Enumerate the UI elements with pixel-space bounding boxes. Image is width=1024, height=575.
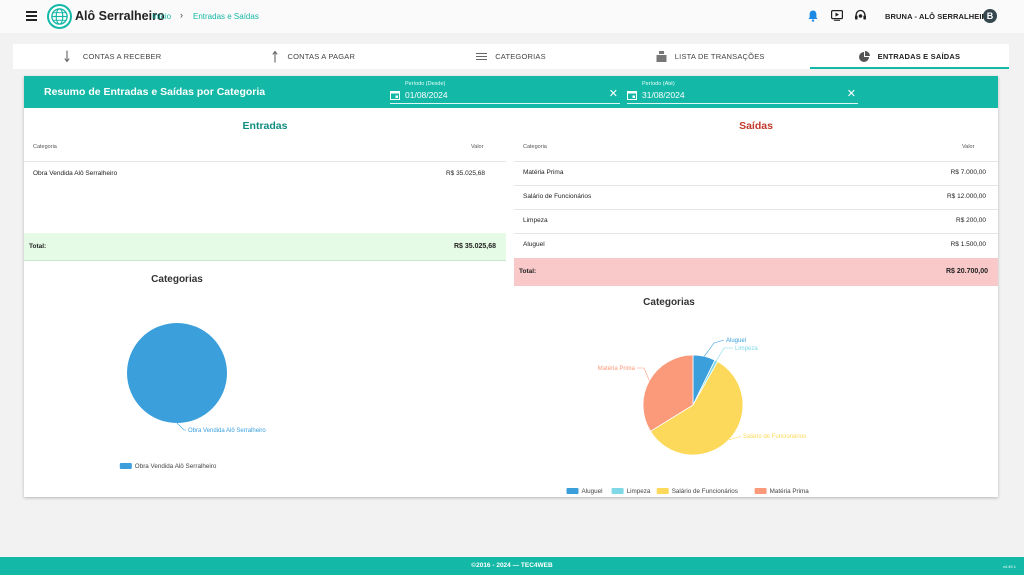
bell-icon[interactable]	[808, 10, 818, 22]
tab-lista-de-transacoes[interactable]: LISTA DE TRANSAÇÕES	[611, 44, 810, 69]
saidas-row-category: Matéria Prima	[523, 169, 564, 176]
divider	[514, 209, 998, 210]
saidas-col-value: Valor	[962, 144, 975, 150]
entradas-total-value: R$ 35.025,68	[453, 243, 496, 250]
footer-copyright: ©2016 - 2024 — TEC4WEB	[471, 562, 553, 569]
legend-label: Matéria Prima	[770, 488, 810, 495]
period-to-field[interactable]: Período (Até) 31/08/2024 ✕	[627, 80, 858, 104]
tab-label: CONTAS A PAGAR	[287, 52, 356, 61]
version-label: v4.49.1	[1002, 564, 1016, 569]
tab-label: CATEGORIAS	[495, 52, 546, 61]
pie-slice-label: Obra Vendida Alô Serralheiro	[188, 428, 266, 434]
divider	[24, 161, 506, 162]
transactions-icon	[656, 51, 667, 62]
legend-label: Aluguel	[582, 488, 603, 495]
tab-bar: CONTAS A RECEBER CONTAS A PAGAR CATEGORI…	[13, 44, 1010, 69]
period-to-value[interactable]: 31/08/2024	[642, 90, 685, 100]
pie-label-line	[704, 339, 725, 357]
summary-header: Resumo de Entradas e Saídas por Categori…	[24, 76, 998, 108]
saidas-row-value: R$ 12.000,00	[946, 193, 986, 200]
divider	[514, 161, 998, 162]
saidas-total-label: Total:	[519, 268, 537, 275]
legend-label: Salário de Funcionários	[672, 488, 738, 495]
tab-label: CONTAS A RECEBER	[82, 52, 162, 61]
period-from-label: Período (Desde)	[405, 81, 446, 87]
divider	[514, 185, 998, 186]
support-icon[interactable]	[854, 9, 867, 22]
breadcrumb-separator: ›	[180, 10, 183, 20]
period-to-label: Período (Até)	[642, 81, 675, 87]
legend-swatch	[754, 488, 767, 494]
saidas-row-value: R$ 7.000,00	[950, 169, 986, 176]
entradas-pie-chart: Obra Vendida Alô Serralheiro Obra Vendida…	[119, 323, 266, 470]
pie-label-line	[176, 422, 186, 431]
saidas-row-category: Limpeza	[523, 217, 548, 224]
period-from-field[interactable]: Período (Desde) 01/08/2024 ✕	[390, 80, 620, 104]
user-name[interactable]: BRUNA - ALÔ SERRALHEIRO	[885, 12, 993, 21]
entradas-col-category: Categoria	[33, 144, 57, 150]
period-from-value[interactable]: 01/08/2024	[405, 90, 448, 100]
clear-icon[interactable]: ✕	[609, 89, 618, 100]
entradas-col-value: Valor	[471, 144, 484, 150]
entradas-row-category: Obra Vendida Alô Serralheiro	[33, 170, 118, 177]
arrow-up-icon	[271, 50, 278, 63]
calendar-icon	[390, 91, 400, 100]
divider	[514, 233, 998, 234]
entradas-chart-title: Categorias	[151, 274, 203, 285]
saidas-pie-chart: Aluguel Limpeza Salário de Funcionários Mat…	[566, 338, 810, 495]
globe-logo-icon[interactable]	[47, 4, 72, 29]
legend-label: Obra Vendida Alô Serralheiro	[135, 463, 217, 470]
saidas-col-category: Categoria	[523, 144, 547, 150]
clear-icon[interactable]: ✕	[847, 89, 856, 100]
tab-label: LISTA DE TRANSAÇÕES	[674, 52, 765, 61]
saidas-chart-title: Categorias	[643, 297, 695, 308]
entradas-total-label: Total:	[29, 243, 47, 250]
pie-chart-icon	[858, 51, 870, 62]
pie-label-line	[637, 367, 650, 381]
tab-contas-a-pagar[interactable]: CONTAS A PAGAR	[212, 44, 411, 69]
tab-contas-a-receber[interactable]: CONTAS A RECEBER	[13, 44, 212, 69]
globe-icon	[51, 8, 68, 25]
summary-title: Resumo de Entradas e Saídas por Categori…	[44, 86, 266, 98]
calendar-icon	[627, 91, 637, 100]
legend-label: Limpeza	[627, 488, 651, 495]
menu-icon[interactable]	[26, 11, 37, 21]
legend-swatch	[566, 488, 579, 494]
footer: ©2016 - 2024 — TEC4WEB v4.49.1	[0, 557, 1024, 575]
tab-entradas-e-saidas[interactable]: ENTRADAS E SAÍDAS	[809, 44, 1010, 69]
pie-slice-label: Matéria Prima	[598, 366, 636, 372]
pie-slice	[127, 323, 227, 423]
saidas-row-value: R$ 1.500,00	[950, 241, 986, 248]
saidas-row-category: Aluguel	[523, 241, 545, 248]
legend-swatch	[119, 463, 132, 469]
tab-categorias[interactable]: CATEGORIAS	[411, 44, 610, 69]
saidas-total-bar: Total: R$ 20.700,00	[514, 258, 998, 286]
pie-label-line	[716, 347, 733, 361]
legend-swatch	[611, 488, 624, 494]
top-bar: Alô Serralheiro Início › Entradas e Saíd…	[0, 0, 1024, 33]
saidas-row-value: R$ 200,00	[956, 217, 986, 224]
pie-slice-label: Limpeza	[735, 346, 758, 352]
arrow-down-icon	[64, 50, 70, 63]
entradas-title: Entradas	[242, 120, 288, 132]
entradas-total-bar: Total: R$ 35.025,68	[24, 233, 506, 261]
pie-slice-label: Aluguel	[726, 338, 746, 344]
legend-swatch	[656, 488, 669, 494]
summary-card: Resumo de Entradas e Saídas por Categori…	[24, 76, 998, 497]
avatar[interactable]: B	[983, 9, 997, 23]
tab-label: ENTRADAS E SAÍDAS	[877, 52, 961, 61]
video-icon[interactable]	[831, 10, 843, 21]
pie-slice-label: Salário de Funcionários	[743, 434, 806, 440]
entradas-row-value: R$ 35.025,68	[445, 170, 485, 177]
breadcrumb-current[interactable]: Entradas e Saídas	[193, 12, 259, 21]
list-icon	[476, 52, 488, 61]
saidas-total-value: R$ 20.700,00	[945, 268, 988, 275]
breadcrumb-home-link[interactable]: Início	[152, 12, 171, 21]
saidas-row-category: Salário de Funcionários	[523, 193, 592, 200]
saidas-title: Saídas	[739, 120, 773, 132]
